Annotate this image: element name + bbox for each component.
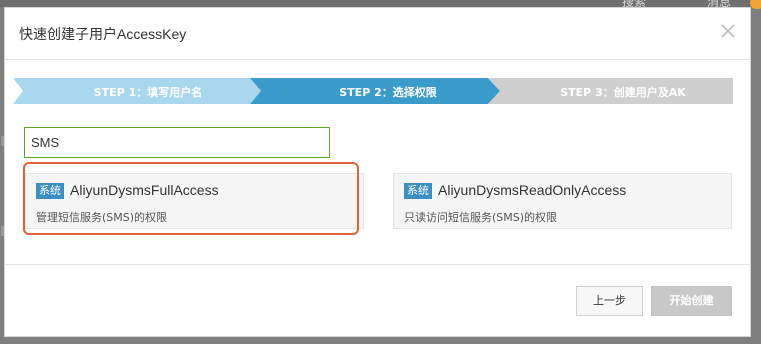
policy-description: 只读访问短信服务(SMS)的权限 (404, 211, 558, 224)
create-accesskey-dialog: 快速创建子用户AccessKey STEP 1：填写用户名 STEP 2：选择权… (4, 7, 751, 337)
close-icon[interactable] (720, 23, 736, 39)
step-3-label: STEP 3：创建用户及AK (560, 86, 686, 99)
step-2-label: STEP 2：选择权限 (339, 86, 437, 99)
system-tag: 系统 (404, 183, 432, 199)
background-topbar (0, 0, 761, 7)
dialog-title: 快速创建子用户AccessKey (19, 26, 187, 42)
previous-step-button[interactable]: 上一步 (576, 286, 643, 316)
step-indicator: STEP 1：填写用户名 STEP 2：选择权限 STEP 3：创建用户及AK (13, 78, 733, 104)
policy-card-readonly-access[interactable]: 系统 AliyunDysmsReadOnlyAccess 只读访问短信服务(SM… (393, 173, 732, 229)
highlight-outline (23, 162, 359, 235)
start-create-button[interactable]: 开始创建 (651, 286, 732, 316)
step-1-label: STEP 1：填写用户名 (93, 86, 203, 99)
policy-name: AliyunDysmsReadOnlyAccess (438, 182, 627, 198)
footer-divider (5, 264, 750, 265)
background-badge (750, 0, 761, 9)
policy-search-input[interactable] (24, 127, 330, 158)
dialog-header: 快速创建子用户AccessKey (5, 8, 750, 60)
